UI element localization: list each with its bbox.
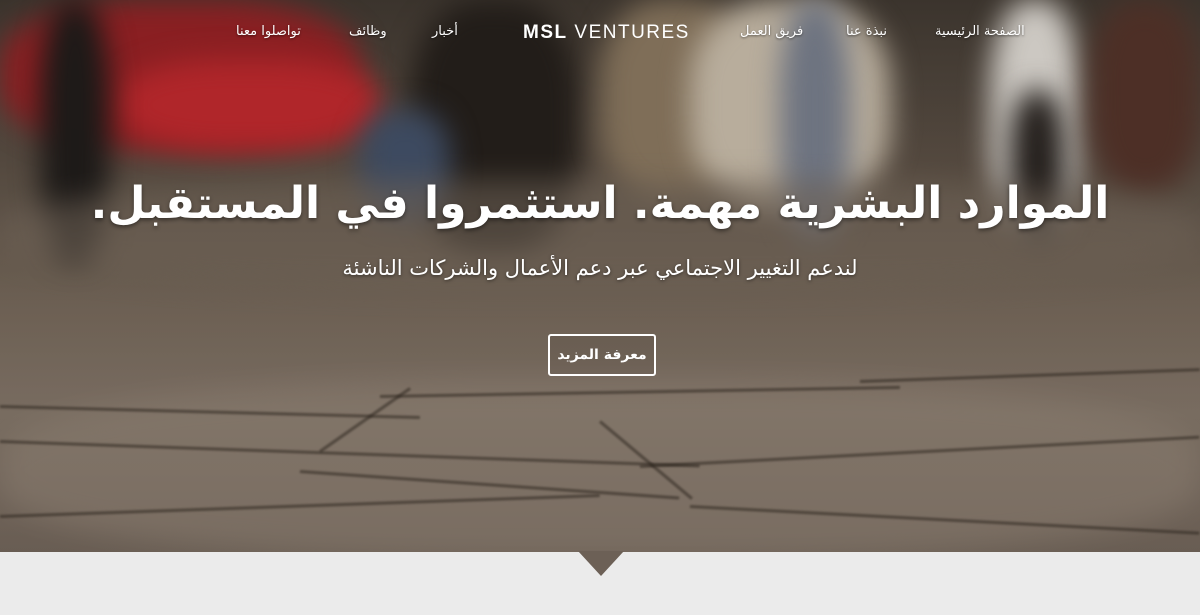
- nav-link-jobs[interactable]: وظائف: [349, 24, 387, 39]
- nav-link-home[interactable]: الصفحة الرئيسية: [935, 24, 1025, 39]
- nav-link-about[interactable]: نبذة عنا: [846, 24, 887, 39]
- section-pointer-arrow: [578, 551, 624, 576]
- hero-subheadline: لندعم التغيير الاجتماعي عبر دعم الأعمال …: [342, 256, 858, 280]
- site-logo[interactable]: MSL VENTURES: [523, 22, 690, 44]
- hero-headline: الموارد البشرية مهمة. استثمروا في المستق…: [90, 178, 1110, 229]
- logo-bold-text: MSL: [523, 22, 568, 43]
- nav-link-contact[interactable]: تواصلوا معنا: [236, 24, 301, 39]
- learn-more-button[interactable]: معرفة المزيد: [548, 334, 656, 376]
- nav-link-team[interactable]: فريق العمل: [740, 24, 803, 39]
- nav-link-news[interactable]: أخبار: [432, 24, 458, 39]
- logo-text: VENTURES: [574, 22, 690, 43]
